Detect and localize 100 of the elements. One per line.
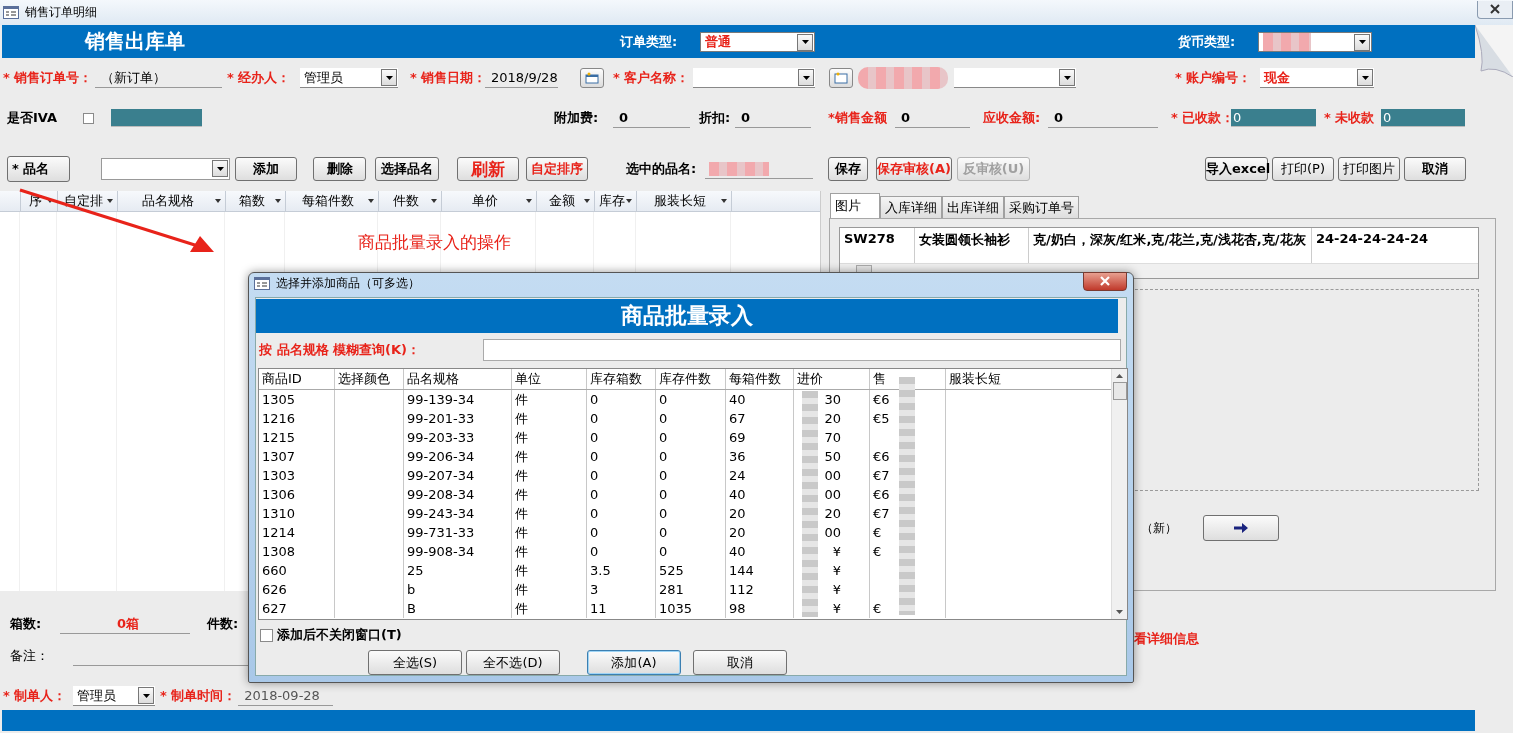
tab[interactable]: 出库详细 bbox=[942, 196, 1004, 218]
column-header[interactable]: 箱数 bbox=[226, 191, 286, 211]
toolbar-button[interactable]: 自定排序 bbox=[526, 157, 588, 181]
tab[interactable]: 图片 bbox=[830, 193, 880, 218]
table-cell: 件 bbox=[515, 428, 528, 447]
table-cell: 件 bbox=[515, 523, 528, 542]
image-button[interactable] bbox=[829, 68, 853, 88]
scrollbar[interactable] bbox=[1111, 369, 1127, 619]
field-label: * 账户编号： bbox=[1175, 69, 1253, 87]
total-field: 0箱 bbox=[60, 614, 190, 634]
column-header[interactable]: 库存 bbox=[595, 191, 637, 211]
form-icon bbox=[3, 6, 19, 19]
date-field[interactable]: 2018/9/28 bbox=[485, 68, 558, 88]
field-label: 附加费: bbox=[554, 109, 600, 127]
dropdown-field[interactable] bbox=[1258, 31, 1372, 52]
column-header[interactable]: 服装长短 bbox=[637, 191, 732, 211]
field-label: 是否IVA bbox=[7, 109, 59, 127]
field-label: * 未收款 bbox=[1324, 109, 1376, 127]
next-button[interactable] bbox=[1203, 515, 1279, 541]
item-name-button[interactable]: * 品名 bbox=[7, 156, 70, 182]
column-header: 库存件数 bbox=[656, 369, 726, 389]
dialog-button[interactable]: 全不选(D) bbox=[466, 650, 560, 675]
table-cell: € bbox=[873, 544, 882, 559]
toolbar-button[interactable]: 刷新 bbox=[457, 157, 519, 181]
search-field[interactable] bbox=[483, 339, 1121, 361]
save-button[interactable]: 保存 bbox=[828, 157, 868, 181]
table-cell: 00 bbox=[824, 487, 841, 502]
caret-icon bbox=[526, 199, 532, 203]
dropdown-button[interactable] bbox=[212, 160, 228, 177]
table-cell: 1305 bbox=[262, 392, 296, 407]
dropdown-field[interactable] bbox=[954, 68, 1076, 88]
column-header[interactable]: 每箱件数 bbox=[286, 191, 379, 211]
table-cell: 660 bbox=[262, 563, 287, 578]
table-cell: ¥ bbox=[832, 563, 841, 578]
input-field[interactable] bbox=[111, 109, 202, 127]
toolbar-button[interactable]: 添加 bbox=[235, 157, 297, 181]
table-cell: 626 bbox=[262, 582, 287, 597]
table-cell: 99-207-34 bbox=[407, 468, 475, 483]
table-cell: 99-201-33 bbox=[407, 411, 475, 426]
toolbar-button[interactable]: 取消 bbox=[1404, 157, 1466, 181]
table-cell: 件 bbox=[515, 504, 528, 523]
text-field[interactable]: 2018-09-28 bbox=[238, 686, 334, 706]
caret-icon bbox=[801, 40, 809, 44]
text-field[interactable] bbox=[705, 159, 813, 179]
dialog-button[interactable]: 取消 bbox=[693, 650, 787, 675]
dropdown-field[interactable]: 现金 bbox=[1260, 68, 1374, 88]
dialog-button[interactable]: 添加(A) bbox=[587, 650, 681, 675]
dropdown-button[interactable] bbox=[138, 687, 154, 704]
toolbar-button[interactable]: 打印图片 bbox=[1338, 157, 1400, 181]
table-cell: 1310 bbox=[262, 506, 296, 521]
text-field[interactable]: 0 bbox=[735, 108, 811, 128]
input-field[interactable]: 0 bbox=[1381, 109, 1465, 127]
dropdown-field[interactable]: 管理员 bbox=[300, 68, 398, 88]
scroll-thumb[interactable] bbox=[1112, 382, 1127, 400]
checkbox[interactable] bbox=[83, 112, 94, 124]
calendar-button[interactable] bbox=[580, 68, 604, 88]
column-header[interactable]: 品名规格 bbox=[118, 191, 226, 211]
arrow-right-icon bbox=[1234, 522, 1248, 534]
dropdown-field[interactable]: 普通 bbox=[700, 31, 815, 52]
tab[interactable]: 采购订单号 bbox=[1004, 196, 1079, 218]
table-cell: €7 bbox=[873, 468, 890, 483]
toolbar-button[interactable]: 打印(P) bbox=[1272, 157, 1334, 181]
field-label: 折扣: bbox=[699, 109, 732, 127]
caret-icon bbox=[275, 199, 281, 203]
table-cell: 件 bbox=[515, 485, 528, 504]
column-header[interactable]: 金额 bbox=[537, 191, 595, 211]
details-link[interactable]: 看详细信息 bbox=[1134, 630, 1199, 648]
text-field[interactable]: （新订单） bbox=[95, 68, 222, 88]
dropdown-button[interactable] bbox=[381, 69, 397, 86]
checkbox[interactable] bbox=[260, 628, 273, 642]
dropdown-field[interactable] bbox=[693, 68, 815, 88]
dropdown-button[interactable] bbox=[797, 33, 813, 51]
close-button[interactable] bbox=[1477, 0, 1513, 19]
tab[interactable]: 入库详细 bbox=[880, 196, 942, 218]
toolbar-button[interactable]: 选择品名 bbox=[375, 157, 439, 181]
table-cell: 1216 bbox=[262, 411, 296, 426]
column-header[interactable]: 件数 bbox=[379, 191, 442, 211]
toolbar-button[interactable]: 导入excel bbox=[1205, 157, 1268, 181]
column-header[interactable]: 单价 bbox=[442, 191, 537, 211]
dropdown-button[interactable] bbox=[1357, 69, 1373, 86]
dropdown-field[interactable]: 管理员 bbox=[73, 686, 155, 706]
input-field[interactable]: 0 bbox=[1231, 109, 1316, 127]
text-field[interactable]: 0 bbox=[1048, 108, 1158, 128]
text-field[interactable]: 0 bbox=[895, 108, 970, 128]
dropdown-field[interactable] bbox=[101, 158, 230, 180]
dropdown-button[interactable] bbox=[1354, 33, 1370, 51]
scroll-down-icon bbox=[1116, 610, 1123, 614]
field-label: * 经办人： bbox=[227, 69, 292, 87]
save-button[interactable]: 保存审核(A) bbox=[876, 157, 952, 181]
caret-icon bbox=[802, 75, 810, 80]
text-field[interactable]: 0 bbox=[613, 108, 690, 128]
table-cell: 112 bbox=[729, 582, 754, 597]
dropdown-button[interactable] bbox=[798, 69, 814, 86]
dropdown-button[interactable] bbox=[1059, 69, 1075, 86]
table-cell: 20 bbox=[824, 506, 841, 521]
table-cell: 0 bbox=[659, 411, 668, 426]
toolbar-button[interactable]: 删除 bbox=[313, 157, 366, 181]
dialog-button[interactable]: 全选(S) bbox=[368, 650, 462, 675]
table-cell: 件 bbox=[515, 409, 528, 428]
annotation-text: 商品批量录入的操作 bbox=[358, 231, 511, 254]
